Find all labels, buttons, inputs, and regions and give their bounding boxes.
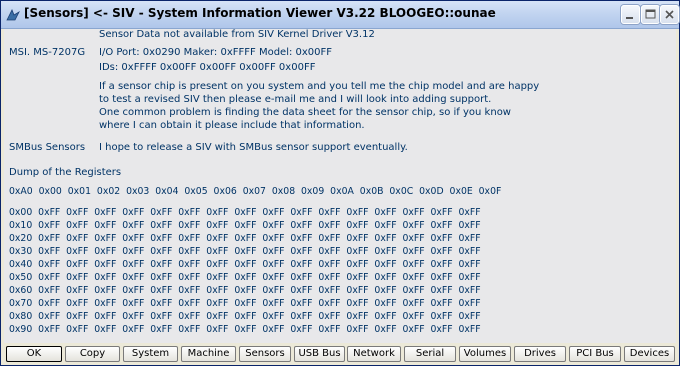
- message-line-1: If a sensor chip is present on you syste…: [99, 81, 540, 92]
- maximize-button[interactable]: [641, 5, 660, 24]
- smbus-label: SMBus Sensors: [9, 142, 86, 153]
- chip-ids-line: IDs: 0xFFFF 0x00FF 0x00FF 0x00FF 0x00FF: [99, 62, 316, 73]
- sensor-report: Sensor Data not available from SIV Kerne…: [4, 29, 676, 343]
- register-row: 0x20 0xFF 0xFF 0xFF 0xFF 0xFF 0xFF 0xFF …: [9, 233, 481, 244]
- siv-app-icon: [6, 7, 20, 21]
- window-title: [Sensors] <- SIV - System Information Vi…: [24, 6, 496, 20]
- devices-button[interactable]: Devices: [624, 346, 675, 362]
- register-row: 0x10 0xFF 0xFF 0xFF 0xFF 0xFF 0xFF 0xFF …: [9, 220, 481, 231]
- smbus-text: I hope to release a SIV with SMBus senso…: [99, 142, 408, 153]
- pci-bus-button[interactable]: PCI Bus: [569, 346, 621, 362]
- machine-button[interactable]: Machine: [181, 346, 236, 362]
- title-bar[interactable]: [Sensors] <- SIV - System Information Vi…: [1, 1, 679, 29]
- register-row: 0x50 0xFF 0xFF 0xFF 0xFF 0xFF 0xFF 0xFF …: [9, 272, 481, 283]
- usb-bus-button[interactable]: USB Bus: [294, 346, 345, 362]
- register-header-row: 0xA0 0x00 0x01 0x02 0x03 0x04 0x05 0x06 …: [9, 186, 502, 197]
- volumes-button[interactable]: Volumes: [459, 346, 511, 362]
- register-row: 0x80 0xFF 0xFF 0xFF 0xFF 0xFF 0xFF 0xFF …: [9, 311, 481, 322]
- message-line-3: One common problem is finding the data s…: [99, 107, 511, 118]
- system-button[interactable]: System: [123, 346, 178, 362]
- driver-note: Sensor Data not available from SIV Kerne…: [99, 29, 375, 40]
- register-row: 0x40 0xFF 0xFF 0xFF 0xFF 0xFF 0xFF 0xFF …: [9, 259, 481, 270]
- serial-button[interactable]: Serial: [404, 346, 456, 362]
- message-line-2: to test a revised SIV then please e-mail…: [99, 94, 492, 105]
- sensors-button[interactable]: Sensors: [239, 346, 291, 362]
- close-icon: [665, 10, 674, 19]
- register-row: 0x90 0xFF 0xFF 0xFF 0xFF 0xFF 0xFF 0xFF …: [9, 324, 481, 335]
- registers-heading: Dump of the Registers: [9, 167, 122, 178]
- board-label: MSI. MS-7207G: [9, 47, 86, 58]
- register-row: 0x60 0xFF 0xFF 0xFF 0xFF 0xFF 0xFF 0xFF …: [9, 285, 481, 296]
- siv-window: [Sensors] <- SIV - System Information Vi…: [0, 0, 680, 366]
- ok-button[interactable]: OK: [6, 346, 62, 362]
- minimize-button[interactable]: [621, 5, 640, 24]
- io-port-line: I/O Port: 0x0290 Maker: 0xFFFF Model: 0x…: [99, 47, 333, 58]
- drives-button[interactable]: Drives: [514, 346, 566, 362]
- register-row: 0x30 0xFF 0xFF 0xFF 0xFF 0xFF 0xFF 0xFF …: [9, 246, 481, 257]
- register-row: 0x00 0xFF 0xFF 0xFF 0xFF 0xFF 0xFF 0xFF …: [9, 207, 481, 218]
- message-line-4: where I can obtain it please include tha…: [99, 120, 365, 131]
- close-button[interactable]: [660, 5, 679, 24]
- maximize-icon: [645, 9, 656, 19]
- copy-button[interactable]: Copy: [65, 346, 120, 362]
- minimize-icon: [626, 17, 633, 19]
- button-bar: OK Copy System Machine Sensors USB Bus N…: [4, 345, 676, 364]
- register-row: 0x70 0xFF 0xFF 0xFF 0xFF 0xFF 0xFF 0xFF …: [9, 298, 481, 309]
- network-button[interactable]: Network: [347, 346, 401, 362]
